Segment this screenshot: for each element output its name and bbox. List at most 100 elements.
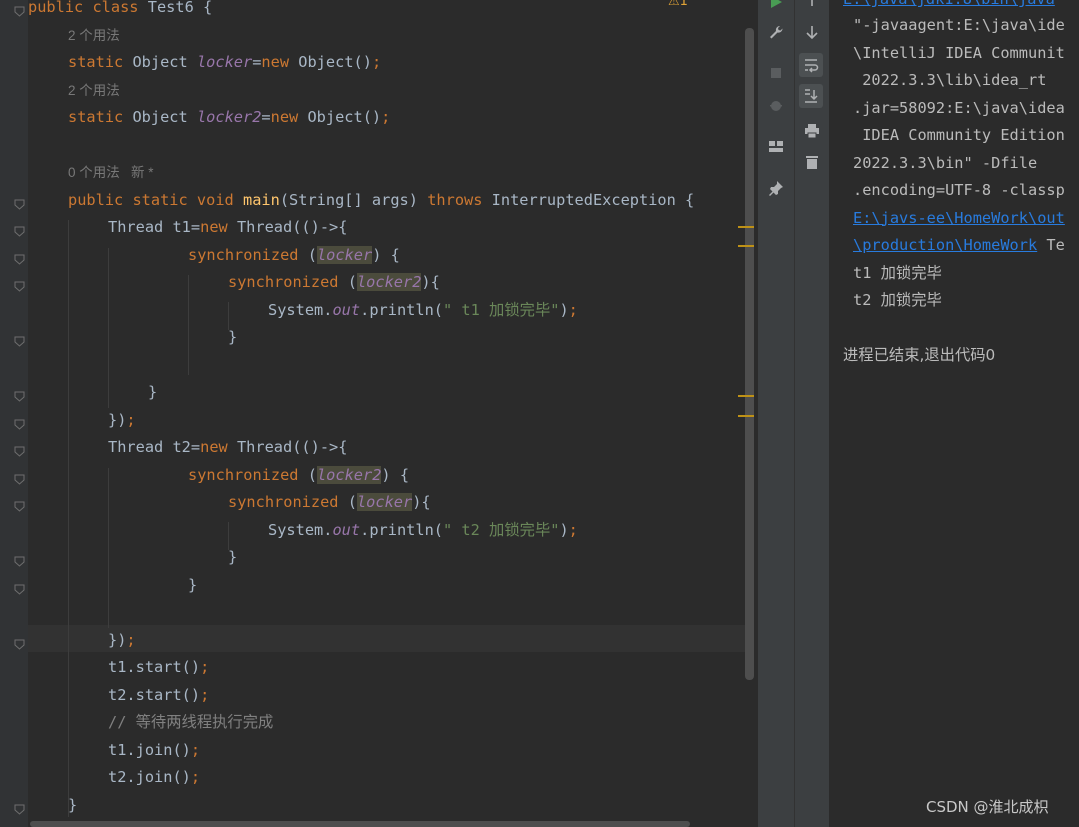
code-line: } (228, 324, 237, 351)
console-line: 2022.3.3\lib\idea_rt (853, 67, 1046, 94)
code-token: main (242, 190, 280, 209)
code-token: Object (132, 53, 197, 71)
soft-wrap-icon[interactable] (799, 53, 823, 77)
code-token: ; (200, 685, 210, 704)
vertical-scrollbar[interactable] (745, 28, 754, 680)
code-token: locker2 (196, 108, 262, 126)
code-token: Thread(()->{ (236, 438, 348, 456)
code-token: }) (108, 410, 127, 429)
warning-marker[interactable] (738, 395, 754, 397)
print-icon[interactable] (800, 119, 824, 143)
fold-marker-icon[interactable] (14, 470, 25, 485)
fold-marker-icon[interactable] (14, 442, 25, 457)
code-token: (String[] args) (279, 190, 428, 209)
fold-marker-icon[interactable] (14, 552, 25, 567)
code-token: ) { (381, 465, 410, 484)
code-line: t2.start(); (108, 682, 209, 709)
code-token: locker2 (356, 273, 422, 291)
stop-icon[interactable] (764, 61, 788, 85)
code-token: synchronized (188, 245, 308, 264)
code-line: synchronized (locker){ (228, 489, 431, 516)
code-token: ; (190, 768, 201, 786)
code-line: Thread t1=new Thread(()->{ (108, 214, 347, 241)
code-token: ; (126, 410, 136, 429)
code-token: ; (568, 520, 578, 539)
code-token: ) (559, 520, 569, 539)
code-token: new (200, 438, 237, 456)
code-token: public class (28, 0, 148, 16)
fold-marker-icon[interactable] (14, 497, 25, 512)
code-token: synchronized (188, 465, 308, 484)
run-icon[interactable] (764, 0, 788, 14)
code-token: new (270, 108, 308, 126)
code-token: out (332, 300, 361, 319)
code-token: out (332, 520, 361, 539)
indent-guide (68, 220, 69, 817)
code-token: } (188, 575, 198, 594)
exit-status-line: 进程已结束,退出代码0 (843, 342, 995, 369)
code-token: Thread(()->{ (236, 218, 348, 236)
fold-marker-icon[interactable] (14, 250, 25, 265)
console-text: t1 加锁完毕 (853, 263, 942, 282)
code-token: = (261, 108, 271, 126)
console-line: "-javaagent:E:\java\ide (853, 12, 1065, 39)
console-line: t1 加锁完毕 (853, 260, 942, 287)
code-line: synchronized (locker) { (188, 242, 400, 269)
usage-hint: 0 个用法 新 * (68, 165, 154, 180)
indent-guide (188, 275, 189, 375)
console-text: 2022.3.3\bin" -Dfile (853, 153, 1038, 172)
debug-icon[interactable] (764, 93, 788, 117)
fold-marker-icon[interactable] (14, 800, 25, 815)
fold-marker-icon[interactable] (14, 415, 25, 430)
fold-marker-icon[interactable] (14, 195, 25, 210)
watermark: CSDN @淮北成枳 (926, 798, 1049, 816)
code-line: synchronized (locker2){ (228, 269, 440, 296)
layout-icon[interactable] (764, 134, 788, 158)
editor-gutter[interactable] (0, 0, 28, 827)
code-line: public class Test6 { (28, 0, 212, 21)
console-path-link[interactable]: E:\javs-ee\HomeWork\out (853, 209, 1065, 227)
pin-icon[interactable] (764, 176, 788, 200)
fold-marker-icon[interactable] (14, 277, 25, 292)
indent-guide (108, 248, 109, 408)
warning-marker[interactable] (738, 226, 754, 228)
warning-marker[interactable] (738, 245, 754, 247)
horizontal-scrollbar[interactable] (30, 821, 690, 827)
fold-marker-icon[interactable] (14, 222, 25, 237)
fold-marker-icon[interactable] (14, 635, 25, 650)
code-token: throws (427, 190, 492, 209)
code-editor[interactable]: public class Test6 {2 个用法 static Object l… (0, 0, 757, 827)
warning-indicator[interactable]: ⚠1 (668, 0, 688, 9)
code-line: // 等待两线程执行完成 (108, 709, 273, 736)
fold-marker-icon[interactable] (14, 387, 25, 402)
console-line: IDEA Community Edition (853, 122, 1065, 149)
code-token: ( (347, 273, 357, 291)
fold-marker-icon[interactable] (14, 2, 25, 17)
up-arrow-icon[interactable] (800, 0, 824, 12)
code-line: synchronized (locker2) { (188, 462, 409, 489)
console-path-link[interactable]: \production\HomeWork (853, 236, 1037, 254)
code-token: InterruptedException { (491, 190, 695, 209)
wrench-icon[interactable] (764, 20, 788, 44)
code-token: static (68, 53, 133, 71)
run-console[interactable]: E:\java\jdk1.8\bin\java "-javaagent:E:\j… (829, 0, 1079, 827)
code-token: } (68, 795, 78, 814)
trash-icon[interactable] (800, 150, 824, 174)
console-text: IDEA Community Edition (853, 126, 1065, 144)
down-arrow-icon[interactable] (800, 20, 824, 44)
code-token: locker (316, 245, 373, 264)
fold-marker-icon[interactable] (14, 332, 25, 347)
code-line: } (68, 792, 77, 819)
code-token: synchronized (228, 273, 348, 291)
code-line: Thread t2=new Thread(()->{ (108, 434, 347, 461)
indent-guide (108, 468, 109, 628)
code-line: static Object locker=new Object(); (68, 49, 381, 76)
warning-marker[interactable] (738, 415, 754, 417)
code-line: public static void main(String[] args) t… (68, 187, 694, 214)
scroll-to-end-icon[interactable] (799, 84, 823, 108)
code-token: ; (371, 53, 382, 71)
code-token: ){ (421, 273, 440, 291)
code-token: ; (190, 740, 201, 759)
fold-marker-icon[interactable] (14, 580, 25, 595)
code-line: System.out.println(" t1 加锁完毕"); (268, 297, 578, 324)
